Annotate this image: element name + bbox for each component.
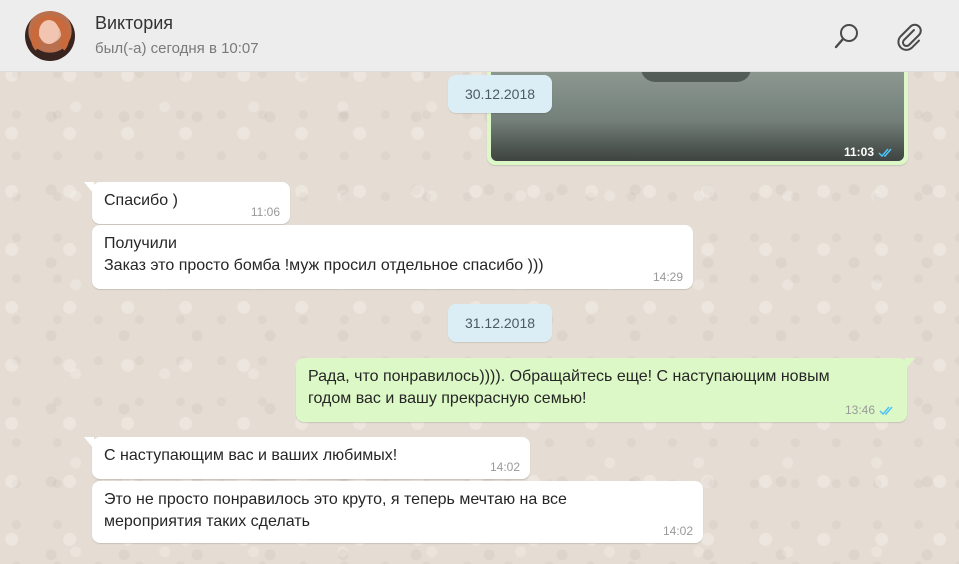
- incoming-message[interactable]: С наступающим вас и ваших любимых! 14:02: [84, 437, 530, 479]
- message-time: 14:29: [652, 270, 683, 284]
- chat-header: Виктория был(-а) сегодня в 10:07: [0, 0, 959, 72]
- double-check-icon: [879, 406, 893, 415]
- message-time: 11:06: [250, 205, 280, 219]
- image-thumbnail[interactable]: [491, 72, 904, 161]
- avatar-face: [39, 20, 59, 44]
- double-check-icon: [878, 148, 892, 157]
- message-time: 14:02: [489, 460, 520, 474]
- contact-name[interactable]: Виктория: [95, 13, 173, 34]
- chat-area[interactable]: 11:03 30.12.2018 Спасибо ) 11:06 Получил…: [0, 72, 959, 564]
- avatar[interactable]: [25, 11, 75, 61]
- message-text: Спасибо ): [104, 192, 178, 209]
- incoming-message[interactable]: Это не просто понравилось это круто, я т…: [92, 481, 703, 543]
- message-text: Это не просто понравилось это круто, я т…: [104, 491, 567, 530]
- search-icon: [834, 24, 858, 49]
- bubble-tail: [84, 437, 94, 449]
- attach-button[interactable]: [893, 20, 925, 52]
- date-label: 30.12.2018: [464, 86, 536, 102]
- search-button[interactable]: [831, 20, 863, 52]
- message-text: С наступающим вас и ваших любимых!: [104, 447, 398, 464]
- message-text: Рада, что понравилось)))). Обращайтесь е…: [308, 368, 830, 407]
- paperclip-icon: [897, 23, 922, 51]
- message-meta: 13:46: [845, 403, 897, 417]
- incoming-message[interactable]: Получили Заказ это просто бомба !муж про…: [92, 225, 693, 289]
- message-time: 14:02: [662, 524, 693, 538]
- bubble-tail: [905, 358, 915, 370]
- bubble-tail: [84, 182, 94, 194]
- message-time: 11:03: [843, 145, 874, 159]
- date-divider: 31.12.2018: [448, 304, 552, 342]
- message-time: 13:46: [844, 403, 875, 417]
- incoming-message[interactable]: Спасибо ) 11:06: [84, 182, 290, 224]
- contact-status: был(-а) сегодня в 10:07: [95, 40, 259, 57]
- outgoing-message[interactable]: Рада, что понравилось)))). Обращайтесь е…: [296, 358, 915, 422]
- image-meta: 11:03: [844, 145, 896, 159]
- date-divider: 30.12.2018: [448, 75, 552, 113]
- date-label: 31.12.2018: [464, 315, 536, 331]
- message-text: Получили Заказ это просто бомба !муж про…: [104, 235, 544, 274]
